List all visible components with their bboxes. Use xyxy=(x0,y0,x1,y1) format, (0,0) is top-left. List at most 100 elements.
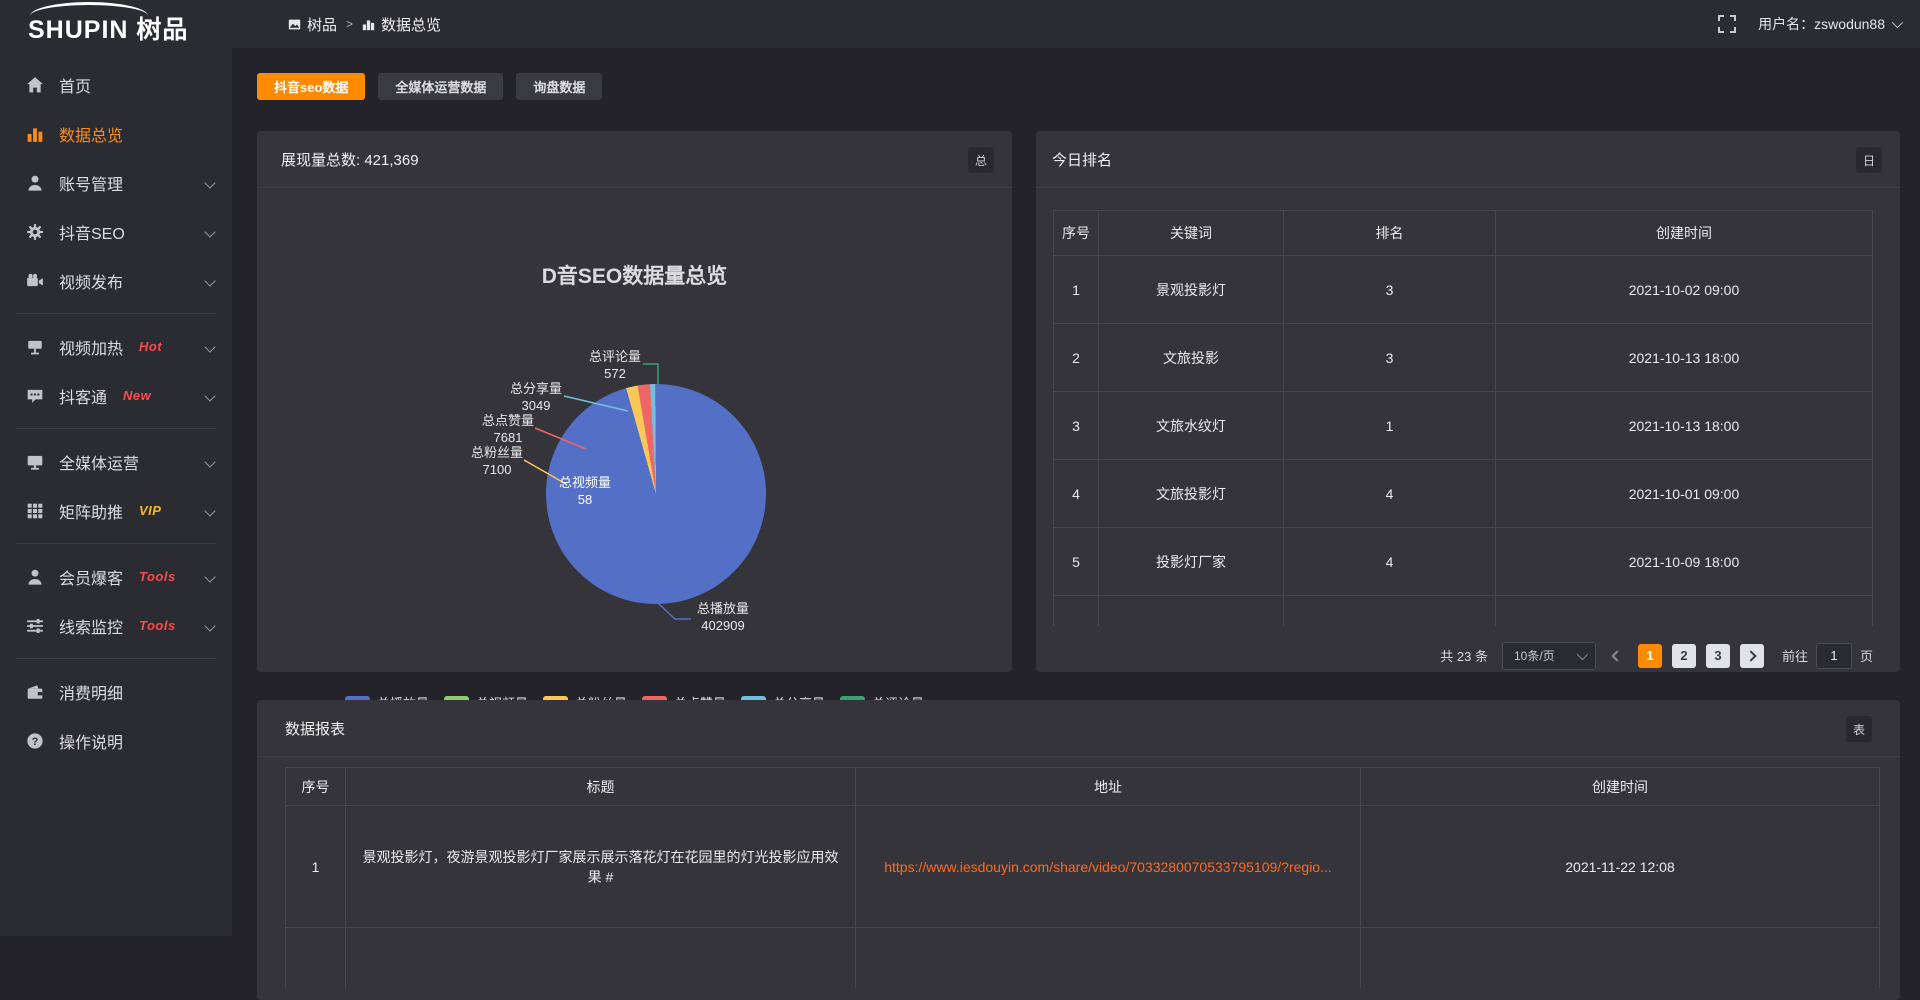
sidebar-item-data-overview[interactable]: 数据总览 xyxy=(0,109,232,158)
wallet-icon xyxy=(26,683,44,701)
chart-title: D音SEO数据量总览 xyxy=(257,260,1012,290)
sidebar-item-video-heat[interactable]: 视频加热 Hot xyxy=(0,322,232,371)
tab-douyin-seo-data[interactable]: 抖音seo数据 xyxy=(257,73,365,100)
column-header: 序号 xyxy=(1054,211,1099,256)
pie-label-comments: 总评论量 572 xyxy=(585,348,645,382)
chevron-left-icon xyxy=(1611,650,1622,661)
monitor-icon xyxy=(26,453,44,471)
column-header: 标题 xyxy=(346,768,856,806)
column-header: 创建时间 xyxy=(1496,211,1873,256)
page-button-1[interactable]: 1 xyxy=(1638,644,1662,668)
report-panel-header: 数据报表 xyxy=(257,700,1900,757)
table-row: 1 景观投影灯 3 2021-10-02 09:00 xyxy=(1054,256,1873,324)
rank-table: 序号 关键词 排名 创建时间 1 景观投影灯 3 2021-10-02 09:0… xyxy=(1053,210,1873,626)
chat-bubble-icon xyxy=(26,387,44,405)
bar-chart-icon xyxy=(362,18,375,31)
table-row: 3 文旅水纹灯 1 2021-10-13 18:00 xyxy=(1054,392,1873,460)
table-row-empty xyxy=(286,928,1880,988)
tab-inquiry-data[interactable]: 询盘数据 xyxy=(516,73,602,100)
data-report-panel: 数据报表 表 序号 标题 地址 创建时间 1 景观投影灯，夜游景观投影灯厂家展示… xyxy=(257,700,1900,1000)
picture-icon xyxy=(288,18,301,31)
page-button-2[interactable]: 2 xyxy=(1672,644,1696,668)
column-header: 关键词 xyxy=(1099,211,1284,256)
table-row: 2 文旅投影 3 2021-10-13 18:00 xyxy=(1054,324,1873,392)
top-bar: SHUPIN 树品 树品 > 数据总览 用户名：zswodun88 xyxy=(0,0,1920,48)
new-badge: New xyxy=(123,388,151,403)
sidebar-item-matrix-boost[interactable]: 矩阵助推 VIP xyxy=(0,486,232,535)
user-icon xyxy=(26,174,44,192)
goto-suffix: 页 xyxy=(1860,646,1873,665)
sidebar-item-account[interactable]: 账号管理 xyxy=(0,158,232,207)
sidebar-divider xyxy=(16,658,216,659)
sidebar-item-member-leads[interactable]: 会员爆客 Tools xyxy=(0,552,232,601)
report-table: 序号 标题 地址 创建时间 1 景观投影灯，夜游景观投影灯厂家展示展示落花灯在花… xyxy=(285,767,1880,988)
chevron-down-icon xyxy=(204,341,215,352)
chevron-down-icon xyxy=(1577,648,1588,659)
question-icon: ? xyxy=(26,732,44,750)
vip-badge: VIP xyxy=(139,503,161,518)
video-url-link[interactable]: https://www.iesdouyin.com/share/video/70… xyxy=(884,859,1332,875)
total-view-button[interactable]: 总 xyxy=(968,147,994,173)
chevron-down-icon xyxy=(204,571,215,582)
table-row-empty xyxy=(1054,596,1873,626)
column-header: 排名 xyxy=(1284,211,1496,256)
tools-badge: Tools xyxy=(139,618,176,633)
tab-omnimedia-data[interactable]: 全媒体运营数据 xyxy=(378,73,503,100)
grid-icon xyxy=(26,502,44,520)
pie-label-likes: 总点赞量 7681 xyxy=(478,412,538,446)
goto-label: 前往 xyxy=(1782,646,1808,665)
today-rank-panel: 今日排名 日 序号 关键词 排名 创建时间 1 xyxy=(1036,131,1900,672)
breadcrumb: 树品 > 数据总览 xyxy=(288,14,441,35)
chevron-down-icon xyxy=(204,226,215,237)
chart-panel-header: 展现量总数: 421,369 xyxy=(257,131,1012,188)
sign-board-icon xyxy=(26,338,44,356)
chevron-down-icon xyxy=(1892,17,1903,28)
column-header: 序号 xyxy=(286,768,346,806)
table-view-button[interactable]: 表 xyxy=(1846,716,1872,742)
gear-icon xyxy=(26,223,44,241)
pie-label-fans: 总粉丝量 7100 xyxy=(467,444,527,478)
logo-arc-icon xyxy=(30,2,148,16)
data-tabs: 抖音seo数据 全媒体运营数据 询盘数据 xyxy=(257,73,1900,100)
table-header-row: 序号 标题 地址 创建时间 xyxy=(286,768,1880,806)
hot-badge: Hot xyxy=(139,339,162,354)
chevron-down-icon xyxy=(204,456,215,467)
page-size-select[interactable]: 10条/页 xyxy=(1502,642,1596,670)
sidebar-divider xyxy=(16,313,216,314)
svg-text:?: ? xyxy=(32,735,39,747)
pie-label-videos: 总视频量 58 xyxy=(555,474,615,508)
app-logo: SHUPIN 树品 xyxy=(0,2,232,46)
sidebar-item-omnimedia[interactable]: 全媒体运营 xyxy=(0,437,232,486)
chevron-down-icon xyxy=(204,390,215,401)
rank-panel-header: 今日排名 xyxy=(1036,131,1900,188)
sidebar-item-clue-monitor[interactable]: 线索监控 Tools xyxy=(0,601,232,650)
sidebar-item-video-publish[interactable]: 视频发布 xyxy=(0,256,232,305)
breadcrumb-root[interactable]: 树品 xyxy=(288,14,337,35)
pie-label-shares: 总分享量 3049 xyxy=(506,380,566,414)
user-menu[interactable]: 用户名：zswodun88 xyxy=(1758,14,1900,34)
sidebar-item-expense-detail[interactable]: 消费明细 xyxy=(0,667,232,716)
sidebar-item-douketong[interactable]: 抖客通 New xyxy=(0,371,232,420)
page-button-3[interactable]: 3 xyxy=(1706,644,1730,668)
prev-page-button[interactable] xyxy=(1606,645,1628,667)
table-row: 5 投影灯厂家 4 2021-10-09 18:00 xyxy=(1054,528,1873,596)
breadcrumb-current[interactable]: 数据总览 xyxy=(362,14,441,35)
column-header: 创建时间 xyxy=(1361,768,1880,806)
sliders-icon xyxy=(26,617,44,635)
sidebar-item-home[interactable]: 首页 xyxy=(0,60,232,109)
chevron-down-icon xyxy=(204,505,215,516)
next-page-button[interactable] xyxy=(1740,644,1764,668)
chevron-right-icon xyxy=(1745,650,1756,661)
report-title: 景观投影灯，夜游景观投影灯厂家展示展示落花灯在花园里的灯光投影应用效果 # xyxy=(346,806,856,928)
day-view-button[interactable]: 日 xyxy=(1856,147,1882,173)
pie-label-plays: 总播放量 402909 xyxy=(693,600,753,634)
tools-badge: Tools xyxy=(139,569,176,584)
sidebar-item-help[interactable]: ? 操作说明 xyxy=(0,716,232,765)
pagination-total: 共 23 条 xyxy=(1440,646,1488,665)
goto-page-input[interactable] xyxy=(1816,643,1852,669)
sidebar-divider xyxy=(16,428,216,429)
fullscreen-icon[interactable] xyxy=(1718,15,1736,33)
sidebar-item-douyin-seo[interactable]: 抖音SEO xyxy=(0,207,232,256)
pagination: 共 23 条 10条/页 1 2 3 前往 页 xyxy=(1036,642,1873,670)
pie-chart: D音SEO数据量总览 总评论量 572 总分享量 3049 xyxy=(257,188,1012,671)
